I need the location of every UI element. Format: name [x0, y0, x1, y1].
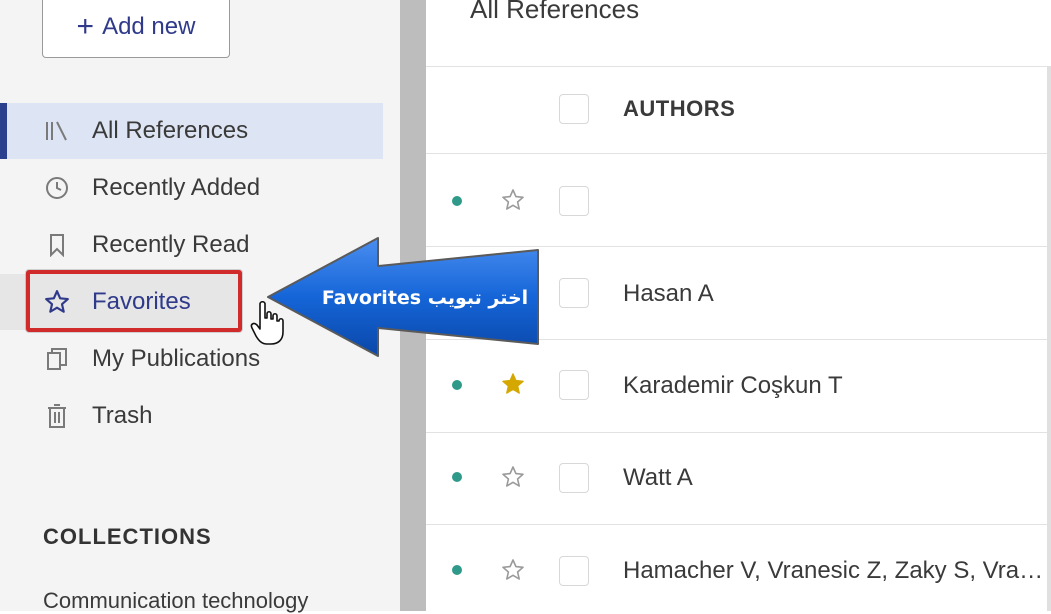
collections-heading: COLLECTIONS [43, 524, 212, 549]
scrollbar[interactable] [1047, 66, 1051, 611]
unread-dot [452, 565, 462, 575]
author-cell: Hasan A [623, 280, 714, 307]
star-outline-icon[interactable] [499, 556, 527, 584]
clock-icon [44, 175, 70, 201]
sidebar-item-recently-added[interactable]: Recently Added [0, 160, 383, 216]
add-new-label: Add new [102, 13, 196, 40]
unread-dot [452, 380, 462, 390]
star-outline-icon[interactable] [499, 186, 527, 214]
divider [426, 153, 1051, 154]
sidebar-item-label: All References [92, 117, 249, 144]
trash-icon [44, 403, 70, 429]
sidebar-item-label: My Publications [92, 345, 261, 372]
column-header-authors[interactable]: AUTHORS [623, 96, 735, 122]
author-cell: Karademir Coşkun T [623, 372, 843, 399]
divider [426, 524, 1051, 525]
sidebar-item-label: Recently Read [92, 231, 250, 258]
active-indicator [0, 103, 7, 159]
star-filled-icon[interactable] [499, 370, 527, 398]
author-cell: Hamacher V, Vranesic Z, Zaky S, Vra… [623, 557, 1044, 584]
row-checkbox[interactable] [559, 463, 589, 493]
row-checkbox[interactable] [559, 186, 589, 216]
sidebar-item-label: Trash [92, 402, 153, 429]
author-cell: Watt A [623, 464, 693, 491]
sidebar-item-all-references[interactable]: All References [0, 103, 383, 159]
unread-dot [452, 196, 462, 206]
collection-item[interactable]: Communication technology [43, 588, 308, 614]
sidebar-item-trash[interactable]: Trash [0, 388, 383, 444]
library-icon [44, 118, 70, 144]
bookmark-icon [44, 232, 70, 258]
row-checkbox[interactable] [559, 370, 589, 400]
star-outline-icon[interactable] [499, 463, 527, 491]
publications-icon [44, 346, 70, 372]
sidebar-item-label: Recently Added [92, 174, 261, 201]
favorites-highlight-box [26, 270, 242, 332]
row-checkbox[interactable] [559, 278, 589, 308]
page-title: All References [470, 0, 640, 24]
select-all-checkbox[interactable] [559, 94, 589, 124]
row-checkbox[interactable] [559, 556, 589, 586]
hand-cursor-icon [250, 300, 284, 345]
unread-dot [452, 472, 462, 482]
divider [426, 432, 1051, 433]
plus-icon: + [76, 10, 95, 43]
add-new-button[interactable]: + Add new [42, 0, 230, 58]
divider [426, 66, 1051, 67]
callout-text: اختر تبويب Favorites [321, 287, 529, 309]
